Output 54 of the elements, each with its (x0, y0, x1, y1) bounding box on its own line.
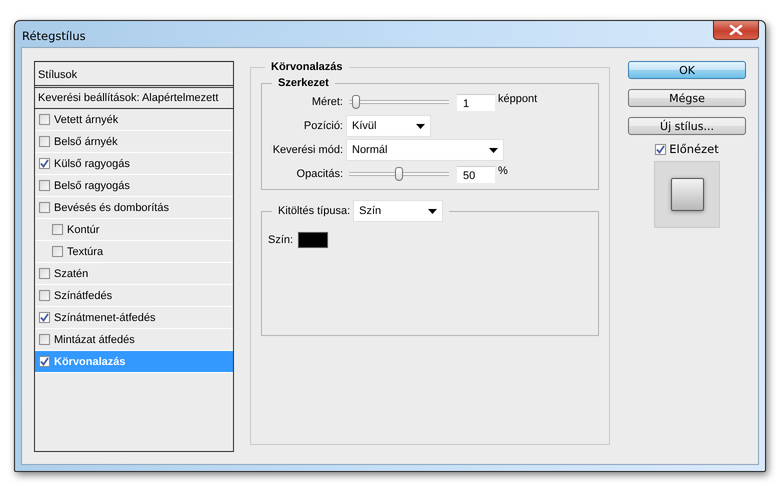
unit-label: % (498, 165, 508, 177)
dialog-button[interactable]: Új stílus... (628, 117, 746, 135)
dropdown[interactable]: Normál (346, 139, 504, 161)
close-icon (729, 25, 743, 35)
dialog-button[interactable]: Mégse (628, 89, 746, 107)
input-field[interactable]: 1 (457, 94, 495, 110)
list-item[interactable]: Textúra (35, 241, 233, 263)
list-item[interactable]: Színátfedés (35, 285, 233, 307)
unit-label: képpont (498, 93, 538, 105)
field-label: Opacitás: (296, 168, 344, 180)
list-item[interactable]: Kontúr (35, 219, 233, 241)
checkbox[interactable] (39, 202, 50, 213)
checkbox-label: Előnézet (669, 142, 719, 156)
dialog-button[interactable]: OK (628, 61, 746, 79)
checkbox[interactable] (39, 268, 50, 279)
list-item[interactable]: Külső ragyogás (35, 153, 233, 175)
slider-thumb[interactable] (352, 95, 360, 109)
checkbox[interactable] (39, 158, 50, 169)
group-title: Szerkezet (277, 77, 330, 89)
field-label: Szín: (268, 234, 294, 246)
checkbox[interactable] (52, 224, 63, 235)
checkbox[interactable] (39, 356, 50, 367)
group-title: Körvonalazás (270, 61, 344, 73)
dropdown[interactable]: Szín (353, 200, 444, 222)
dropdown[interactable]: Kívül (346, 115, 431, 137)
list-item[interactable]: Bevésés és domborítás (35, 197, 233, 219)
checkbox[interactable] (39, 334, 50, 345)
field-label: Méret: (310, 96, 344, 108)
window-title: Rétegstílus (22, 29, 86, 43)
preview-square (670, 178, 704, 211)
field-label: Keverési mód: (272, 144, 344, 156)
checkbox[interactable] (39, 136, 50, 147)
checkbox[interactable] (39, 114, 50, 125)
checkbox[interactable] (52, 246, 63, 257)
input-field[interactable]: 50 (457, 166, 495, 182)
field-label: Pozíció: (302, 120, 344, 132)
group-title: Kitöltés típusa: (278, 205, 350, 217)
list-item[interactable]: Szatén (35, 263, 233, 285)
checkbox[interactable] (39, 312, 50, 323)
list-item[interactable]: Vetett árnyék (35, 109, 233, 131)
list-header[interactable]: Stílusok (35, 61, 233, 88)
slider-thumb[interactable] (395, 167, 403, 181)
list-item[interactable]: Belső ragyogás (35, 175, 233, 197)
checkbox[interactable] (655, 144, 666, 154)
close-button[interactable] (713, 21, 759, 40)
caret-icon (489, 148, 498, 152)
checkbox[interactable] (39, 180, 50, 191)
list-item[interactable]: Színátmenet-átfedés (35, 307, 233, 329)
list-item[interactable]: Keverési beállítások: Alapértelmezett (35, 88, 233, 109)
caret-icon (416, 124, 425, 128)
color-swatch[interactable] (298, 232, 328, 248)
checkbox[interactable] (39, 290, 50, 301)
caret-icon (428, 208, 438, 214)
list-item[interactable]: Belső árnyék (35, 131, 233, 153)
